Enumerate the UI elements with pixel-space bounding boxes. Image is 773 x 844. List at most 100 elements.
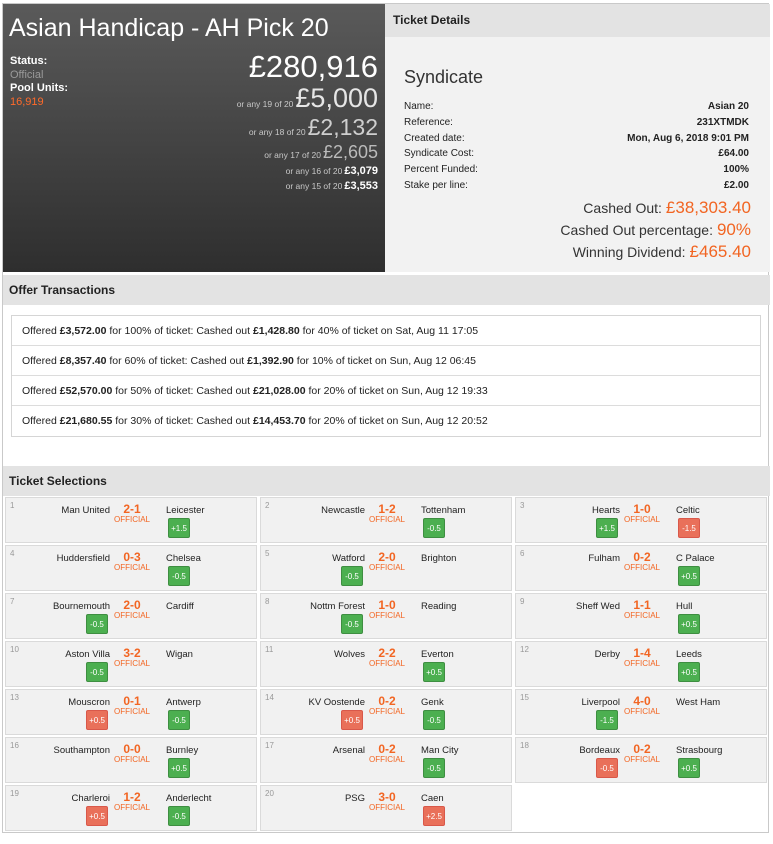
pool-summary: Asian Handicap - AH Pick 20 Status: Offi… (3, 4, 385, 272)
selection-number: 20 (265, 789, 274, 798)
official-label: OFFICIAL (113, 611, 150, 620)
offer-text: Offered (22, 385, 60, 397)
details-value: 231XTMDK (696, 116, 749, 128)
ticket-details-panel: Ticket Details Syndicate Name: Asian 20 R… (385, 4, 770, 272)
winning-dividend-value: £465.40 (689, 242, 751, 261)
offer-amount: £3,572.00 (59, 325, 107, 337)
official-label: OFFICIAL (113, 755, 150, 764)
handicap-badge: +0.5 (678, 758, 700, 778)
official-label: OFFICIAL (623, 659, 660, 668)
away-team: Chelsea (166, 553, 201, 564)
details-row: Stake per line: £2.00 (404, 178, 749, 194)
cashed-out-value: £38,303.40 (665, 198, 751, 217)
match-score: 2-0 (123, 598, 141, 612)
official-label: OFFICIAL (113, 707, 150, 716)
offer-text: Offered (22, 415, 60, 427)
offer-text: Offered (22, 355, 60, 367)
prize-tier-prefix: or any 18 of 20 (248, 127, 306, 137)
prize-tier: or any 17 of 20 £2,605 (264, 142, 378, 163)
selection-cell: 4 Huddersfield 0-3 OFFICIAL Chelsea -0.5 (5, 545, 257, 591)
match-score: 1-0 (378, 598, 396, 612)
handicap-badge: +0.5 (678, 662, 700, 682)
match-score: 2-2 (378, 646, 396, 660)
handicap-badge: -0.5 (423, 758, 445, 778)
details-row: Name: Asian 20 (404, 99, 749, 115)
official-label: OFFICIAL (113, 515, 150, 524)
pool-status: Status: Official Pool Units: 16,919 (10, 55, 68, 109)
match-score: 3-2 (123, 646, 141, 660)
offer-transactions-header: Offer Transactions (3, 275, 770, 305)
away-team: Anderlecht (166, 793, 212, 804)
status-label: Status: (10, 55, 48, 67)
details-label: Reference: (404, 116, 453, 128)
selection-cell: 5 Watford 2-0 OFFICIAL Brighton -0.5 (260, 545, 512, 591)
selection-cell: 8 Nottm Forest 1-0 OFFICIAL Reading -0.5 (260, 593, 512, 639)
offer-text: for 60% of ticket: Cashed out (106, 355, 248, 367)
home-team: Nottm Forest (310, 601, 365, 612)
offer-item: Offered £8,357.40 for 60% of ticket: Cas… (12, 346, 760, 376)
cashout-amount: £1,392.90 (247, 355, 294, 367)
selection-cell: 1 Man United 2-1 OFFICIAL Leicester +1.5 (5, 497, 257, 543)
prize-tier-prefix: or any 17 of 20 (264, 150, 321, 160)
away-team: Celtic (676, 505, 700, 516)
match-score: 0-2 (378, 694, 396, 708)
prize-tier: or any 18 of 20£2,132 (249, 114, 378, 141)
prize-tier-prefix: or any 16 of 20 (285, 166, 343, 176)
cashed-out-pct-label: Cashed Out percentage: (560, 222, 713, 238)
selection-number: 8 (265, 597, 270, 606)
selection-cell: 12 Derby 1-4 OFFICIAL Leeds +0.5 (515, 641, 767, 687)
match-score: 1-1 (633, 598, 651, 612)
offer-text: for 20% of ticket on Sun, Aug 12 20:52 (305, 415, 488, 427)
official-label: OFFICIAL (623, 707, 660, 716)
handicap-badge: -0.5 (168, 710, 190, 730)
home-team: KV Oostende (308, 697, 365, 708)
selection-cell: 20 PSG 3-0 OFFICIAL Caen +2.5 (260, 785, 512, 831)
handicap-badge: +0.5 (86, 710, 108, 730)
official-label: OFFICIAL (113, 803, 150, 812)
status-value: Official (10, 69, 44, 81)
home-team: Liverpool (581, 697, 620, 708)
selection-number: 14 (265, 693, 274, 702)
selection-cell: 18 Bordeaux 0-2 OFFICIAL Strasbourg -0.5 +0.5 (515, 737, 767, 783)
away-team: Antwerp (166, 697, 201, 708)
match-score: 0-2 (633, 550, 651, 564)
official-label: OFFICIAL (113, 563, 150, 572)
match-score: 1-4 (633, 646, 651, 660)
away-team: Reading (421, 601, 457, 612)
handicap-badge: -0.5 (86, 614, 108, 634)
winning-dividend: Winning Dividend: £465.40 (573, 242, 751, 262)
away-team: Cardiff (166, 601, 194, 612)
details-row: Percent Funded: 100% (404, 162, 749, 178)
offer-text: for 100% of ticket: Cashed out (106, 325, 253, 337)
offer-text: for 10% of ticket on Sun, Aug 12 06:45 (293, 355, 476, 367)
offer-text: for 40% of ticket on Sat, Aug 11 17:05 (299, 325, 479, 337)
selection-number: 11 (265, 645, 274, 654)
official-label: OFFICIAL (623, 755, 660, 764)
details-label: Stake per line: (404, 179, 468, 191)
offer-amount: £8,357.40 (59, 355, 107, 367)
offer-amount: £21,680.55 (59, 415, 113, 427)
details-value: £2.00 (723, 179, 749, 191)
home-team: Man United (61, 505, 110, 516)
away-team: Man City (421, 745, 459, 756)
ticket-selections-header: Ticket Selections (3, 466, 770, 496)
offer-transactions-list: Offered £3,572.00 for 100% of ticket: Ca… (11, 315, 761, 437)
prize-tier-prefix: or any 15 of 20 (285, 181, 343, 191)
details-table: Name: Asian 20 Reference: 231XTMDK Created… (404, 99, 749, 194)
selection-cell: 19 Charleroi 1-2 OFFICIAL Anderlecht +0.5 -0.5 (5, 785, 257, 831)
handicap-badge: +0.5 (678, 566, 700, 586)
selection-cell: 10 Aston Villa 3-2 OFFICIAL Wigan -0.5 (5, 641, 257, 687)
details-label: Created date: (404, 132, 465, 144)
handicap-badge: -0.5 (423, 518, 445, 538)
match-score: 1-2 (123, 790, 141, 804)
details-value: Mon, Aug 6, 2018 9:01 PM (627, 132, 749, 144)
ticket-frame: Asian Handicap - AH Pick 20 Status: Offi… (2, 3, 770, 833)
details-row: Created date: Mon, Aug 6, 2018 9:01 PM (404, 131, 749, 147)
page-title: Asian Handicap - AH Pick 20 (9, 14, 329, 42)
handicap-badge: +2.5 (423, 806, 445, 826)
match-score: 0-3 (123, 550, 141, 564)
handicap-badge: -0.5 (341, 614, 363, 634)
away-team: Brighton (421, 553, 457, 564)
cashout-amount: £14,453.70 (252, 415, 306, 427)
details-label: Name: (404, 101, 434, 112)
